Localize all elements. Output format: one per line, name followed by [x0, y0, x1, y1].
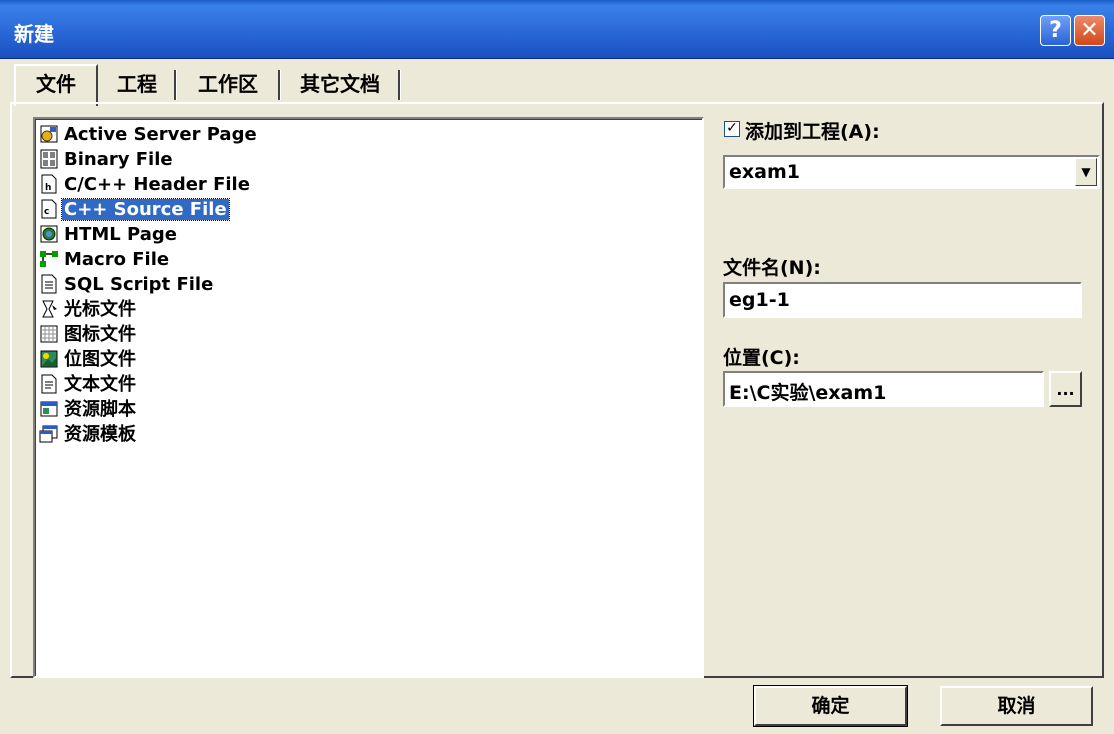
list-item-label: Macro File	[64, 249, 170, 270]
add-to-project-checkbox[interactable]: ✓	[724, 121, 740, 137]
asp-page-icon	[40, 125, 58, 143]
location-input[interactable]: E:\C实验\exam1	[723, 371, 1044, 407]
location-label: 位置(C):	[723, 347, 800, 369]
project-select-value: exam1	[729, 161, 800, 183]
svg-text:h: h	[45, 183, 51, 193]
list-item-label: 文本文件	[64, 374, 136, 395]
file-type-list-body: Active Server Page Binary File h C/C++ H…	[35, 119, 702, 676]
ok-button[interactable]: 确定	[753, 685, 908, 727]
list-item[interactable]: Active Server Page	[39, 122, 259, 147]
tab-workspaces[interactable]: 工作区	[180, 66, 276, 104]
icon-file-icon	[40, 325, 58, 343]
cancel-button[interactable]: 取消	[940, 686, 1093, 726]
title-bar: 新建 ? ✕	[0, 0, 1114, 59]
tab-other-documents[interactable]: 其它文档	[284, 66, 396, 104]
tab-separator	[398, 70, 401, 100]
list-item-label: 资源模板	[64, 424, 136, 445]
project-select[interactable]: exam1 ▼	[723, 155, 1100, 189]
list-item-label: Active Server Page	[64, 124, 257, 145]
chevron-down-icon[interactable]: ▼	[1075, 158, 1097, 186]
file-type-list[interactable]: Active Server Page Binary File h C/C++ H…	[33, 117, 704, 678]
cursor-file-icon	[42, 300, 57, 318]
window-title: 新建	[14, 22, 54, 46]
macro-file-icon	[40, 251, 58, 267]
list-item-label: C++ Source File	[61, 198, 230, 221]
list-item[interactable]: 资源模板	[39, 422, 138, 447]
sql-script-icon	[41, 274, 57, 294]
header-file-icon: h	[41, 174, 57, 194]
filename-input[interactable]: eg1-1	[723, 282, 1082, 318]
list-item[interactable]: 光标文件	[39, 297, 138, 322]
list-item[interactable]: c C++ Source File	[39, 197, 230, 222]
list-item[interactable]: HTML Page	[39, 222, 179, 247]
text-file-icon	[41, 374, 57, 394]
tab-separator	[278, 70, 281, 100]
resource-script-icon	[40, 401, 58, 417]
list-item[interactable]: SQL Script File	[39, 272, 215, 297]
list-item-label: 图标文件	[64, 324, 136, 345]
bitmap-file-icon	[40, 350, 58, 368]
list-item[interactable]: h C/C++ Header File	[39, 172, 252, 197]
filename-label: 文件名(N):	[723, 257, 821, 279]
tab-separator	[174, 70, 177, 100]
tab-projects[interactable]: 工程	[102, 66, 172, 104]
list-item[interactable]: Macro File	[39, 247, 171, 272]
list-item-label: Binary File	[64, 149, 173, 170]
list-item[interactable]: Binary File	[39, 147, 175, 172]
html-page-icon	[40, 225, 58, 243]
browse-button[interactable]: ...	[1049, 371, 1082, 407]
svg-text:c: c	[44, 207, 49, 217]
binary-file-icon	[40, 149, 58, 169]
list-item-label: HTML Page	[64, 224, 177, 245]
close-button[interactable]: ✕	[1074, 15, 1105, 46]
list-item[interactable]: 文本文件	[39, 372, 138, 397]
tab-files[interactable]: 文件	[14, 64, 98, 106]
list-item[interactable]: 图标文件	[39, 322, 138, 347]
list-item[interactable]: 资源脚本	[39, 397, 138, 422]
list-item-label: C/C++ Header File	[64, 174, 250, 195]
resource-template-icon	[39, 425, 58, 443]
list-item[interactable]: 位图文件	[39, 347, 138, 372]
list-item-label: SQL Script File	[64, 274, 214, 295]
list-item-label: 资源脚本	[64, 399, 136, 420]
source-file-icon: c	[41, 199, 57, 219]
add-to-project-label: 添加到工程(A):	[745, 121, 880, 143]
list-item-label: 光标文件	[64, 299, 136, 320]
list-item-label: 位图文件	[64, 349, 136, 370]
help-button[interactable]: ?	[1040, 15, 1071, 46]
